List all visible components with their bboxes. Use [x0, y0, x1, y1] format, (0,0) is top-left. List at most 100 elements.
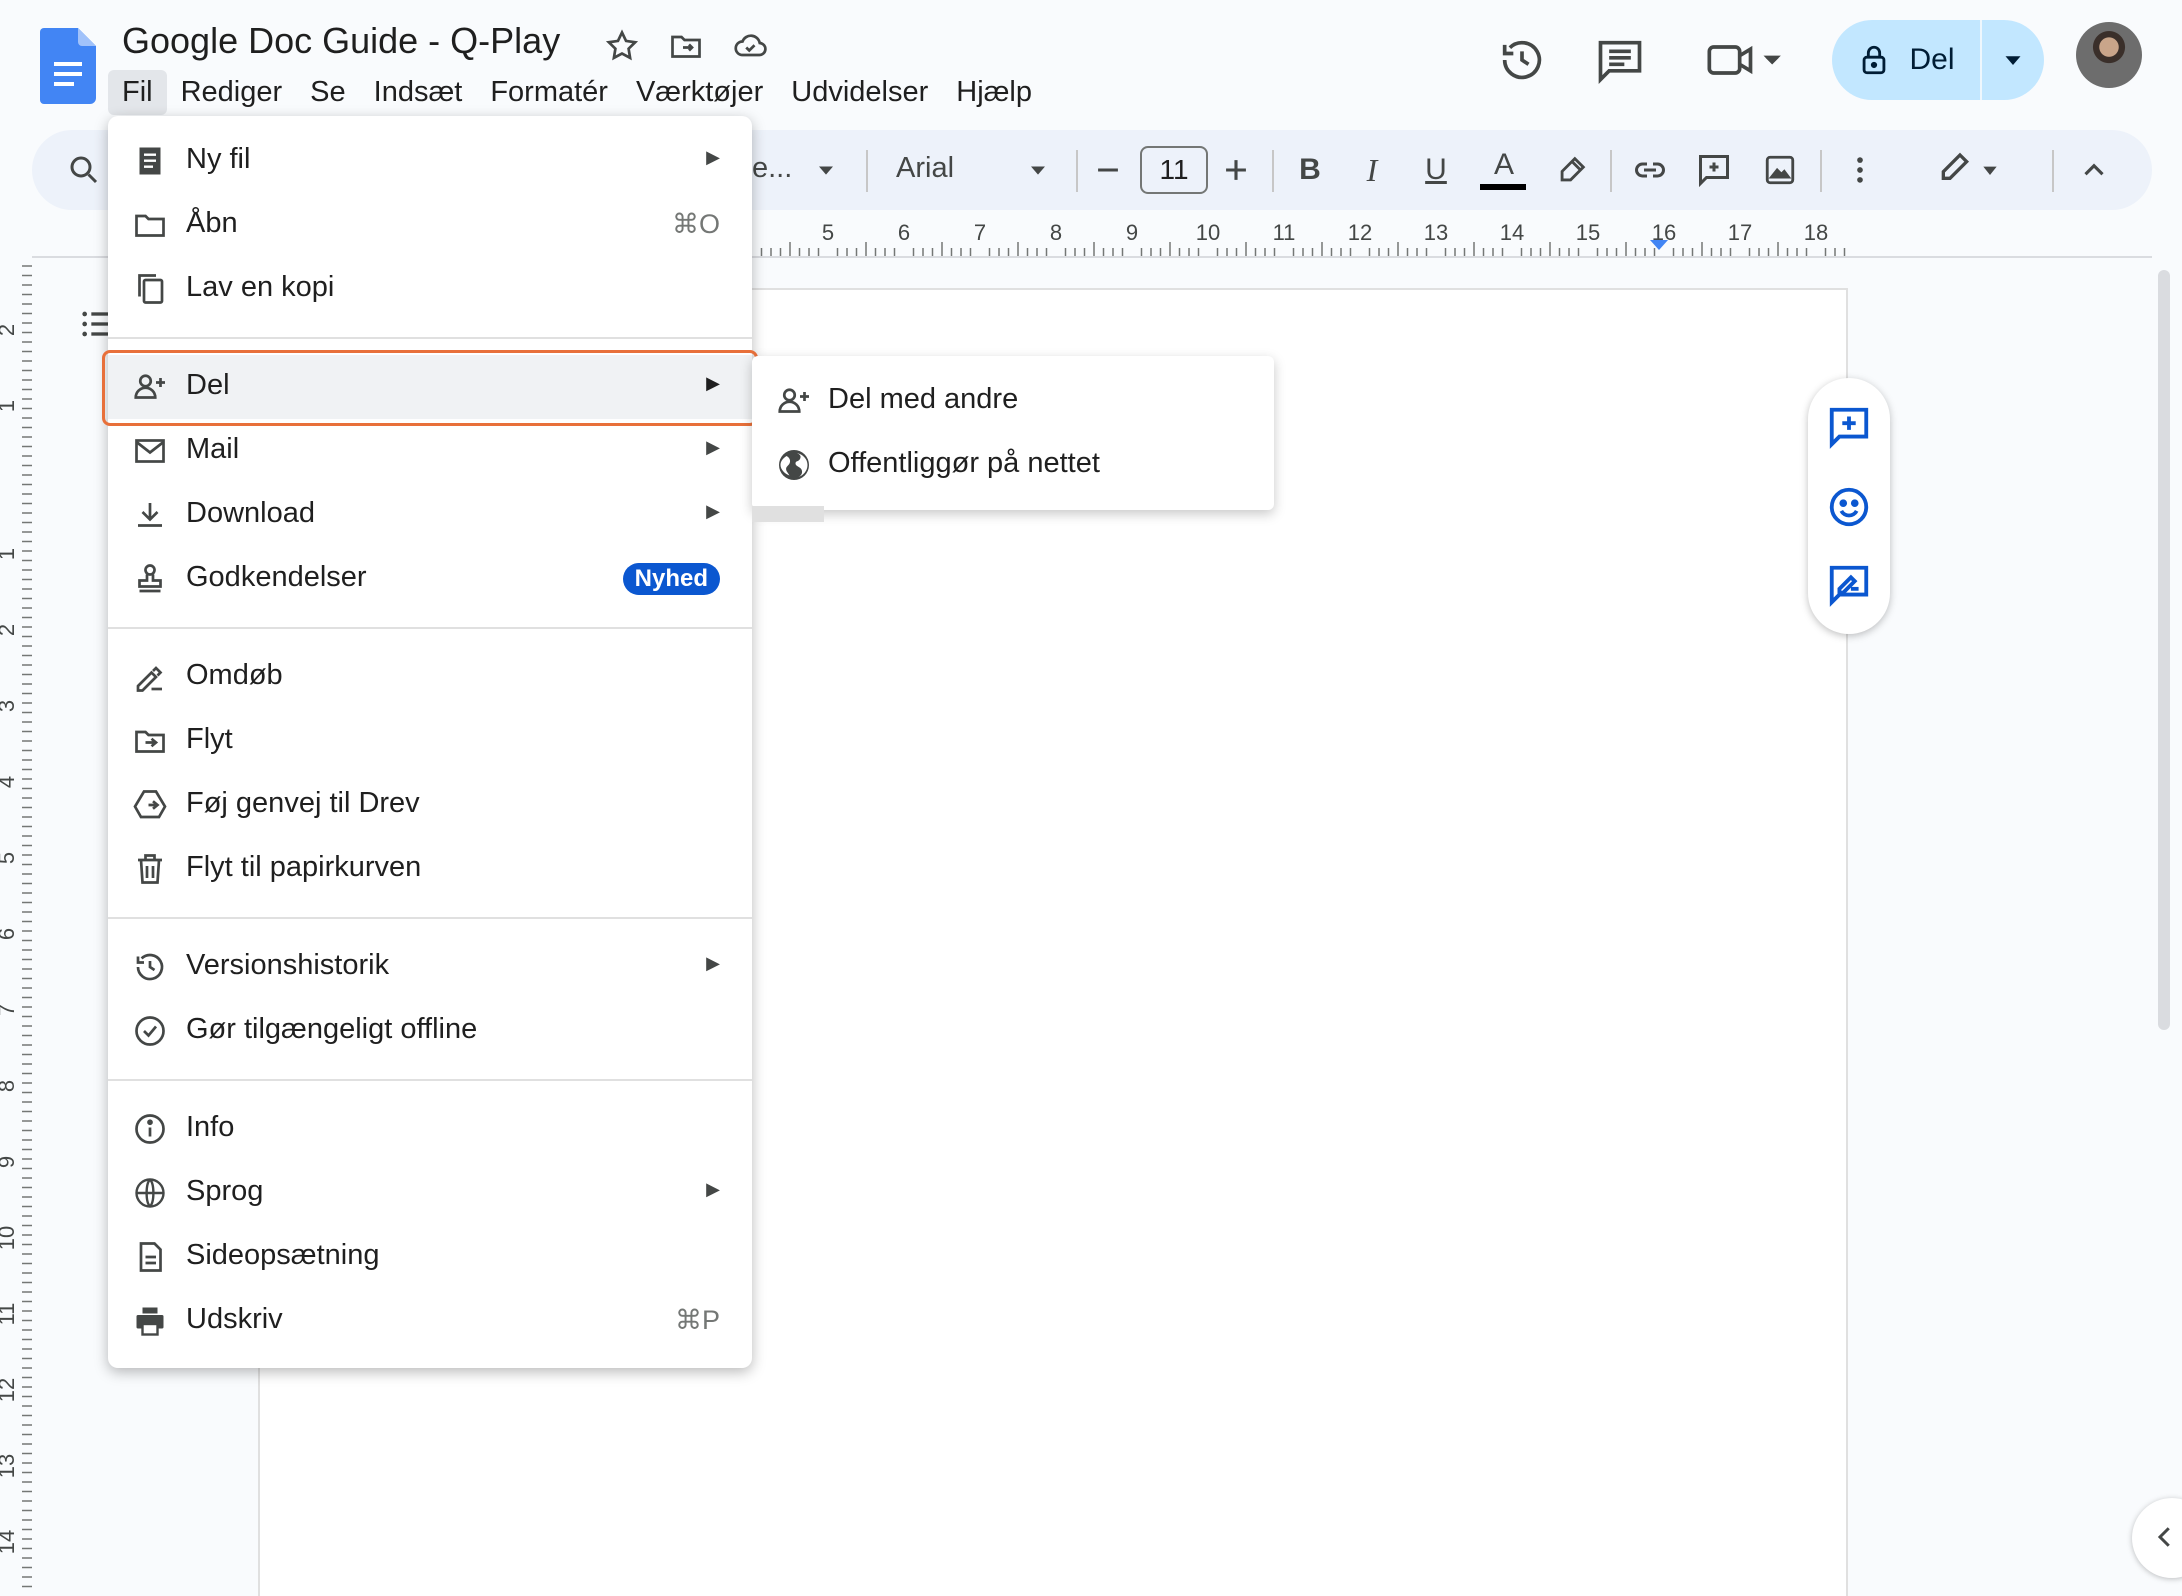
file-menu-open[interactable]: Åbn ⌘O: [108, 193, 752, 257]
menu-se[interactable]: Se: [296, 70, 359, 115]
vertical-scrollbar[interactable]: [2158, 270, 2170, 1030]
move-folder-icon: [132, 723, 168, 759]
rename-icon: [132, 659, 168, 695]
file-menu-add-shortcut-label: Føj genvej til Drev: [186, 787, 420, 819]
menu-vaerktojer[interactable]: Værktøjer: [622, 70, 777, 115]
file-menu-new[interactable]: Ny fil ▶: [108, 129, 752, 193]
file-menu-approvals-label: Godkendelser: [186, 561, 367, 593]
publish-to-web-label: Offentliggør på nettet: [828, 447, 1100, 479]
menu-divider: [108, 917, 752, 919]
search-menus-icon[interactable]: [62, 148, 106, 192]
file-menu-copy[interactable]: Lav en kopi: [108, 257, 752, 321]
file-menu-download-label: Download: [186, 497, 315, 529]
meet-video-icon[interactable]: [1704, 34, 1784, 86]
publish-to-web[interactable]: Offentliggør på nettet: [752, 433, 1274, 497]
menu-udvidelser[interactable]: Udvidelser: [777, 70, 942, 115]
menu-formater[interactable]: Formatér: [476, 70, 622, 115]
ruler-number: 11: [0, 1303, 19, 1326]
page-setup-icon: [132, 1239, 168, 1275]
ruler-number: 4: [0, 776, 19, 788]
menu-divider: [108, 1079, 752, 1081]
menubar: Fil Rediger Se Indsæt Formatér Værktøjer…: [108, 68, 1046, 116]
ruler-number: 6: [898, 220, 910, 245]
file-menu-trash[interactable]: Flyt til papirkurven: [108, 837, 752, 901]
share-with-others[interactable]: Del med andre: [752, 369, 1274, 433]
file-menu-move[interactable]: Flyt: [108, 709, 752, 773]
chevron-left-icon: [2150, 1522, 2180, 1552]
decrease-font-size-icon[interactable]: [1086, 148, 1130, 192]
ruler-number: 2: [0, 324, 19, 336]
submenu-arrow-icon: ▶: [706, 437, 720, 457]
file-menu-info[interactable]: Info: [108, 1097, 752, 1161]
cloud-saved-icon[interactable]: [730, 28, 767, 64]
file-menu-language[interactable]: Sprog ▶: [108, 1161, 752, 1225]
file-menu-approvals[interactable]: Godkendelser Nyhed: [108, 547, 752, 611]
toolbar-separator: [1820, 150, 1822, 192]
ruler-number: 5: [0, 852, 19, 864]
file-menu-offline[interactable]: Gør tilgængeligt offline: [108, 999, 752, 1063]
ruler-number: 17: [1728, 220, 1752, 245]
file-menu-mail[interactable]: Mail ▶: [108, 419, 752, 483]
ruler-number: 12: [0, 1378, 19, 1402]
avatar[interactable]: [2076, 22, 2142, 88]
collapse-toolbar-icon[interactable]: [2072, 148, 2116, 192]
italic-button[interactable]: I: [1350, 148, 1394, 192]
file-menu-version-history[interactable]: Versionshistorik ▶: [108, 935, 752, 999]
vertical-ruler[interactable]: 211234567891011121314: [0, 260, 36, 1596]
move-folder-icon[interactable]: [668, 28, 704, 64]
share-with-others-label: Del med andre: [828, 383, 1019, 415]
public-globe-icon: [776, 447, 812, 483]
bold-button[interactable]: B: [1288, 148, 1332, 192]
highlight-pen-icon[interactable]: [1550, 148, 1594, 192]
document-title[interactable]: Google Doc Guide - Q-Play: [122, 20, 560, 62]
font-caret-icon[interactable]: [1016, 148, 1060, 192]
insert-image-icon[interactable]: [1758, 148, 1802, 192]
font-size-input[interactable]: 11: [1140, 146, 1208, 194]
style-select[interactable]: e...: [752, 152, 792, 185]
file-menu-move-label: Flyt: [186, 723, 233, 755]
font-select[interactable]: Arial: [896, 152, 954, 185]
right-indent-marker[interactable]: [1650, 240, 1668, 250]
file-menu-page-setup-label: Sideopsætning: [186, 1239, 380, 1271]
version-history-icon[interactable]: [1496, 34, 1548, 86]
file-menu-print-shortcut: ⌘P: [674, 1305, 720, 1335]
ruler-number: 13: [1424, 220, 1448, 245]
menu-hjaelp[interactable]: Hjælp: [942, 70, 1046, 115]
file-menu-page-setup[interactable]: Sideopsætning: [108, 1225, 752, 1289]
add-comment-icon[interactable]: [1692, 148, 1736, 192]
highlight-box: [102, 350, 758, 426]
file-menu-print[interactable]: Udskriv ⌘P: [108, 1289, 752, 1353]
doc-icon: [132, 143, 168, 179]
emoji-reaction-icon[interactable]: [1826, 484, 1872, 530]
underline-button[interactable]: U: [1414, 148, 1458, 192]
file-menu-info-label: Info: [186, 1111, 235, 1143]
horizontal-ruler[interactable]: 5 6 7 8 9 10 11 12 13 14 15 16 17 18: [752, 220, 1852, 258]
editing-mode-icon[interactable]: [1930, 148, 2010, 192]
insert-link-icon[interactable]: [1628, 148, 1672, 192]
file-menu-mail-label: Mail: [186, 433, 240, 465]
file-menu-add-shortcut[interactable]: Føj genvej til Drev: [108, 773, 752, 837]
file-menu-rename[interactable]: Omdøb: [108, 645, 752, 709]
ruler-number: 14: [1500, 220, 1524, 245]
ruler-number: 8: [0, 1080, 19, 1092]
increase-font-size-icon[interactable]: [1214, 148, 1258, 192]
comments-icon[interactable]: [1594, 34, 1646, 86]
file-menu-print-label: Udskriv: [186, 1303, 283, 1335]
share-main[interactable]: Del: [1832, 20, 1980, 100]
docs-logo-icon[interactable]: [40, 28, 96, 104]
share-label: Del: [1909, 43, 1955, 76]
suggest-edits-icon[interactable]: [1826, 562, 1872, 608]
star-icon[interactable]: [604, 28, 640, 64]
add-comment-icon[interactable]: [1826, 404, 1872, 450]
menu-divider: [108, 627, 752, 629]
menu-rediger[interactable]: Rediger: [167, 70, 297, 115]
share-dropdown[interactable]: [1982, 20, 2044, 100]
style-caret-icon[interactable]: [804, 148, 848, 192]
more-vert-icon[interactable]: [1838, 148, 1882, 192]
lock-icon: [1857, 43, 1891, 77]
stamp-icon: [132, 561, 168, 597]
share-button[interactable]: Del: [1832, 20, 2044, 100]
file-menu-download[interactable]: Download ▶: [108, 483, 752, 547]
menu-fil[interactable]: Fil: [108, 69, 167, 115]
menu-indsaet[interactable]: Indsæt: [360, 70, 477, 115]
